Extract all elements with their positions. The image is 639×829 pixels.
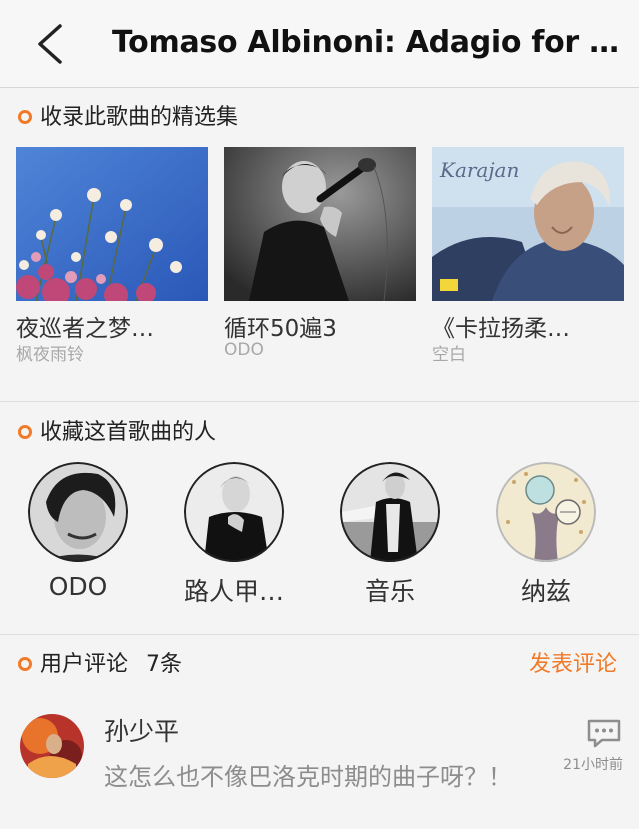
cover-lettering: Karajan bbox=[439, 158, 519, 182]
album-cover-flowers bbox=[16, 147, 208, 301]
favorite-user[interactable]: 路人甲… bbox=[184, 462, 284, 606]
avatar bbox=[340, 462, 440, 562]
avatar bbox=[184, 462, 284, 562]
avatar bbox=[28, 462, 128, 562]
section-divider bbox=[0, 401, 639, 402]
section-bullet-icon bbox=[18, 110, 32, 124]
collection-title: 循环50遍3 bbox=[224, 316, 337, 342]
favorite-user[interactable]: 音乐 bbox=[340, 462, 440, 606]
section-bullet-icon bbox=[18, 425, 32, 439]
collection-author: ODO bbox=[224, 340, 264, 360]
collection-author: 枫夜雨铃 bbox=[16, 345, 84, 365]
post-comment-button[interactable]: 发表评论 bbox=[529, 645, 617, 685]
favorite-user-name: 音乐 bbox=[364, 577, 415, 606]
favorite-user-name: 纳兹 bbox=[520, 577, 571, 606]
comments-label: 用户评论 bbox=[40, 652, 129, 677]
favorite-user-name: 路人甲… bbox=[183, 577, 284, 606]
comment-count: 7条 bbox=[146, 652, 183, 677]
favorite-user[interactable]: 纳兹 bbox=[496, 462, 596, 606]
comments-section-header: 用户评论 7条 发表评论 bbox=[0, 645, 639, 685]
section-divider bbox=[0, 634, 639, 635]
collections-section-header: 收录此歌曲的精选集 bbox=[0, 98, 639, 138]
collection-author: 空白 bbox=[432, 345, 466, 365]
collection-title: 夜巡者之梦… bbox=[16, 316, 154, 342]
page-title: Tomaso Albinoni: Adagio for S… bbox=[112, 25, 627, 60]
reply-comment-icon[interactable] bbox=[586, 718, 622, 748]
favorites-section-header: 收藏这首歌曲的人 bbox=[0, 413, 639, 453]
album-cover-karajan: Karajan bbox=[432, 147, 624, 301]
collection-card[interactable]: 夜巡者之梦… 枫夜雨铃 bbox=[16, 147, 208, 365]
commenter-name[interactable]: 孙少平 bbox=[104, 712, 179, 748]
favorite-user[interactable]: ODO bbox=[28, 462, 128, 601]
collection-card[interactable]: Karajan 《卡拉扬柔… 空白 bbox=[432, 147, 624, 365]
section-bullet-icon bbox=[18, 657, 32, 671]
favorite-user-name: ODO bbox=[48, 572, 108, 601]
collection-card[interactable]: 循环50遍3 ODO bbox=[224, 147, 416, 360]
comments-heading: 用户评论 7条 bbox=[40, 645, 182, 685]
collections-heading: 收录此歌曲的精选集 bbox=[40, 105, 239, 130]
favorites-heading: 收藏这首歌曲的人 bbox=[40, 420, 217, 445]
avatar bbox=[496, 462, 596, 562]
navigation-bar: Tomaso Albinoni: Adagio for S… bbox=[0, 0, 639, 88]
back-arrow-icon[interactable] bbox=[28, 20, 72, 68]
comment-timestamp: 21小时前 bbox=[563, 757, 623, 773]
avatar[interactable] bbox=[20, 714, 84, 778]
comment-text: 这怎么也不像巴洛克时期的曲子呀？！ bbox=[104, 763, 512, 791]
album-cover-singer bbox=[224, 147, 416, 301]
collection-title: 《卡拉扬柔… bbox=[432, 316, 570, 342]
